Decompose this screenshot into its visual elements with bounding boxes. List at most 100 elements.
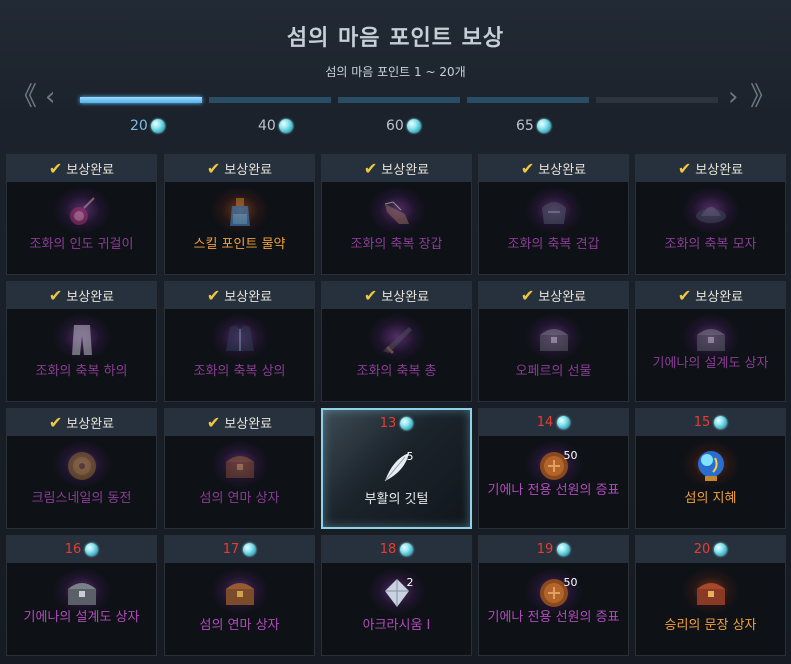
- reward-slot-header: ✔ 보상완료: [7, 155, 156, 182]
- reward-item-name: 기에나의 설계도 상자: [23, 610, 140, 625]
- reward-required-points: 15: [693, 415, 711, 430]
- reward-slot-header: ✔ 보상완료: [165, 409, 314, 436]
- reward-slot[interactable]: ✔ 보상완료조화의 축복 총: [321, 281, 472, 402]
- checkmark-icon: ✔: [363, 285, 378, 305]
- item-quantity: 50: [563, 576, 578, 589]
- reward-slot[interactable]: ✔ 보상완료오페르의 선물: [478, 281, 629, 402]
- earring-icon: [62, 193, 102, 231]
- claimed-label: 보상완료: [695, 163, 744, 178]
- island-heart-gem-icon: [400, 417, 414, 430]
- coin-icon: [62, 447, 102, 485]
- progress-segment: [209, 97, 331, 103]
- reward-slot[interactable]: ✔ 보상완료조화의 축복 견갑: [478, 154, 629, 275]
- progress-segment: [80, 97, 202, 103]
- checkmark-icon: ✔: [520, 158, 535, 178]
- reward-slot[interactable]: 18 2 아크라시움 I: [321, 535, 472, 656]
- item-quantity: 5: [406, 450, 414, 463]
- reward-slot[interactable]: 13 5 부활의 깃털: [321, 408, 472, 529]
- reward-item-name: 기에나의 설계도 상자: [652, 356, 769, 371]
- claimed-label: 보상완료: [66, 290, 115, 305]
- reward-slot-header: 14: [479, 409, 628, 436]
- reward-slot-header: ✔ 보상완료: [7, 282, 156, 309]
- reward-slot[interactable]: ✔ 보상완료조화의 인도 귀걸이: [6, 154, 157, 275]
- reward-slot[interactable]: ✔ 보상완료조화의 축복 하의: [6, 281, 157, 402]
- reward-required-points: 20: [693, 542, 711, 557]
- reward-slot[interactable]: ✔ 보상완료 스킬 포인트 물약: [164, 154, 315, 275]
- reward-slot[interactable]: ✔ 보상완료 조화의 축복 장갑: [321, 154, 472, 275]
- reward-slot[interactable]: ✔ 보상완료 조화의 축복 모자: [635, 154, 786, 275]
- milestone-marker: 65: [516, 118, 551, 134]
- reward-slot-header: ✔ 보상완료: [7, 409, 156, 436]
- page-subtitle: 섬의 마음 포인트 1 ~ 20개: [325, 65, 466, 79]
- reward-required-points: 16: [64, 542, 82, 557]
- first-page-arrow-icon[interactable]: 《: [11, 84, 37, 110]
- claimed-label: 보상완료: [224, 290, 273, 305]
- progress-segment: [596, 97, 718, 103]
- reward-item-name: 승리의 문장 상자: [664, 618, 757, 633]
- reward-required-points: 13: [379, 416, 397, 431]
- reward-slot-header: 19: [479, 536, 628, 563]
- reward-slot[interactable]: 17 섬의 연마 상자: [164, 535, 315, 656]
- island-heart-gem-icon: [557, 416, 571, 429]
- island-heart-gem-icon: [150, 119, 165, 133]
- prev-page-arrow-icon[interactable]: ‹: [45, 84, 55, 110]
- island-heart-gem-icon: [278, 119, 293, 133]
- reward-slot-header: 17: [165, 536, 314, 563]
- milestone-value: 20: [130, 118, 148, 134]
- checkmark-icon: ✔: [520, 285, 535, 305]
- reward-slot-header: ✔ 보상완료: [479, 282, 628, 309]
- milestone-marker: 20: [130, 118, 165, 134]
- island-heart-gem-icon: [714, 416, 728, 429]
- reward-slot-header: 16: [7, 536, 156, 563]
- red-chest-icon: [691, 574, 731, 612]
- island-heart-gem-icon: [406, 119, 421, 133]
- claimed-label: 보상완료: [381, 290, 430, 305]
- reward-slot-header: ✔ 보상완료: [165, 282, 314, 309]
- reward-item-name: 조화의 축복 하의: [35, 364, 128, 379]
- milestone-value: 60: [386, 118, 404, 134]
- island-heart-gem-icon: [400, 543, 414, 556]
- page-title: 섬의 마음 포인트 보상: [286, 26, 505, 51]
- reward-item-name: 섬의 연마 상자: [199, 618, 280, 633]
- reward-item-name: 크림스네일의 동전: [31, 491, 132, 506]
- reward-slot-header: ✔ 보상완료: [322, 282, 471, 309]
- reward-slot[interactable]: 20 승리의 문장 상자: [635, 535, 786, 656]
- reward-slot[interactable]: ✔ 보상완료 조화의 축복 상의: [164, 281, 315, 402]
- milestone-value: 40: [258, 118, 276, 134]
- reward-item-name: 섬의 지혜: [684, 491, 737, 506]
- reward-slot[interactable]: 19 50 기에나 전용 선원의 증표: [478, 535, 629, 656]
- checkmark-icon: ✔: [48, 285, 63, 305]
- reward-slot[interactable]: ✔ 보상완료섬의 연마 상자: [164, 408, 315, 529]
- reward-slot[interactable]: ✔ 보상완료크림스네일의 동전: [6, 408, 157, 529]
- reward-slot-header: ✔ 보상완료: [165, 155, 314, 182]
- next-page-arrow-icon[interactable]: ›: [728, 84, 738, 110]
- gloves-icon: [377, 193, 417, 231]
- milestone-value: 65: [516, 118, 534, 134]
- reward-item-name: 기에나 전용 선원의 증표: [487, 610, 620, 625]
- milestone-marker: 60: [386, 118, 421, 134]
- reward-slot[interactable]: 15 섬의 지혜: [635, 408, 786, 529]
- island-heart-gem-icon: [714, 543, 728, 556]
- reward-required-points: 14: [536, 415, 554, 430]
- pants-icon: [62, 320, 102, 358]
- reward-item-name: 오페르의 선물: [515, 364, 592, 379]
- orb-icon: [691, 447, 731, 485]
- reward-item-name: 조화의 축복 견갑: [507, 237, 600, 252]
- claimed-label: 보상완료: [695, 290, 744, 305]
- reward-slot-header: ✔ 보상완료: [479, 155, 628, 182]
- reward-item-name: 조화의 축복 총: [356, 364, 437, 379]
- reward-slot-header: 18: [322, 536, 471, 563]
- claimed-label: 보상완료: [224, 417, 273, 432]
- reward-item-name: 조화의 인도 귀걸이: [29, 237, 134, 252]
- island-heart-gem-icon: [536, 119, 551, 133]
- reward-item-name: 섬의 연마 상자: [199, 491, 280, 506]
- reward-slot[interactable]: 16 기에나의 설계도 상자: [6, 535, 157, 656]
- reward-slot[interactable]: 14 50 기에나 전용 선원의 증표: [478, 408, 629, 529]
- gun-icon: [377, 320, 417, 358]
- checkmark-icon: ✔: [677, 158, 692, 178]
- last-page-arrow-icon[interactable]: 》: [750, 84, 776, 110]
- checkmark-icon: ✔: [677, 285, 692, 305]
- reward-item-name: 기에나 전용 선원의 증표: [487, 483, 620, 498]
- reward-slot[interactable]: ✔ 보상완료기에나의 설계도 상자: [635, 281, 786, 402]
- checkmark-icon: ✔: [206, 158, 221, 178]
